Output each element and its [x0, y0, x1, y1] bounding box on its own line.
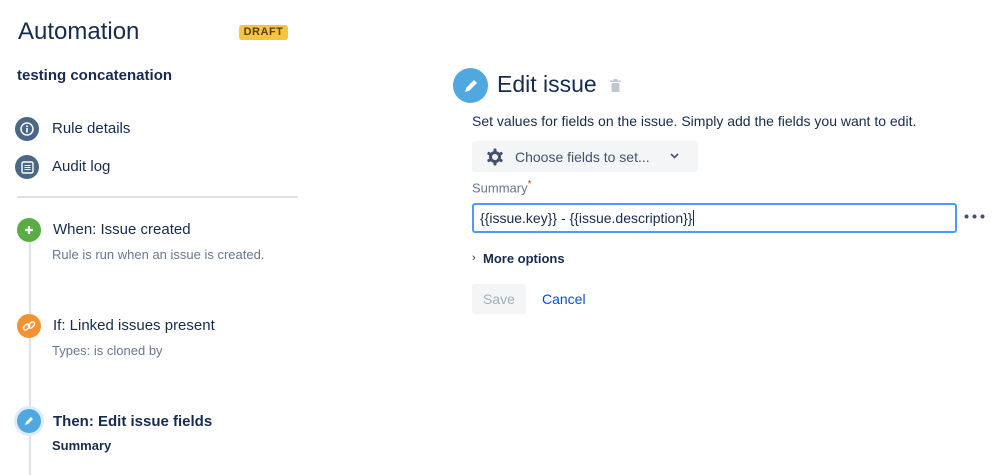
- page-title: Automation: [18, 18, 140, 45]
- summary-label: Summary*: [472, 179, 532, 195]
- summary-input-value: {{issue.key}} - {{issue.description}}: [480, 210, 695, 226]
- divider: [17, 196, 298, 198]
- step-trigger[interactable]: When: Issue created Rule is run when an …: [17, 218, 307, 268]
- link-icon: [17, 314, 41, 338]
- step-detail: Rule is run when an issue is created.: [52, 247, 265, 262]
- step-detail: Types: is cloned by: [52, 343, 163, 358]
- step-title: Then: Edit issue fields: [53, 413, 213, 430]
- step-action[interactable]: Then: Edit issue fields Summary: [17, 409, 307, 459]
- rule-name: testing concatenation: [17, 67, 173, 84]
- step-title: When: Issue created: [53, 221, 191, 238]
- draft-badge: DRAFT: [239, 25, 288, 40]
- nav-rule-details[interactable]: Rule details: [15, 117, 275, 141]
- choose-fields-label: Choose fields to set...: [515, 149, 650, 165]
- plus-icon: [17, 218, 41, 242]
- field-label-text: Summary: [472, 180, 528, 196]
- nav-label: Audit log: [52, 158, 111, 175]
- step-detail: Summary: [52, 438, 112, 453]
- info-icon: [15, 117, 39, 141]
- trash-icon[interactable]: [610, 79, 621, 92]
- editor-description: Set values for fields on the issue. Simp…: [472, 113, 917, 129]
- gear-icon: [486, 148, 504, 166]
- editor-title: Edit issue: [497, 71, 597, 97]
- required-mark: *: [527, 179, 532, 190]
- more-options-label: More options: [483, 251, 565, 266]
- step-title: If: Linked issues present: [53, 317, 215, 334]
- chevron-down-icon: [670, 153, 679, 159]
- nav-audit-log[interactable]: Audit log: [15, 155, 275, 179]
- pencil-icon: [453, 68, 488, 103]
- nav-label: Rule details: [52, 120, 131, 137]
- save-button[interactable]: Save: [472, 284, 526, 314]
- pencil-icon: [17, 409, 41, 433]
- cancel-button[interactable]: Cancel: [542, 291, 586, 307]
- choose-fields-dropdown[interactable]: Choose fields to set...: [472, 141, 698, 172]
- summary-input[interactable]: {{issue.key}} - {{issue.description}}: [472, 203, 957, 233]
- more-icon[interactable]: [964, 214, 985, 219]
- list-icon: [15, 155, 39, 179]
- step-condition[interactable]: If: Linked issues present Types: is clon…: [17, 314, 307, 364]
- chevron-right-icon: ›: [472, 252, 476, 264]
